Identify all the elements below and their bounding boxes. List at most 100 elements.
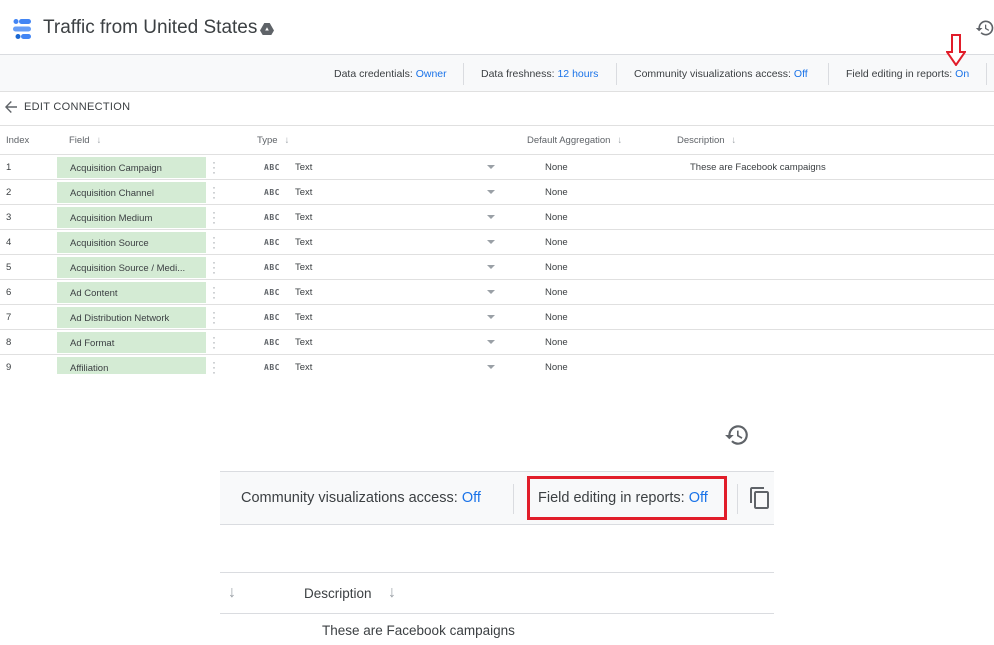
text-type-icon: ABC: [264, 188, 280, 197]
aggregation-select[interactable]: None: [545, 287, 568, 298]
more-vert-icon[interactable]: · · ·: [211, 256, 217, 278]
data-source-info-strip: Data credentials: Owner Data freshness: …: [0, 54, 994, 92]
type-select[interactable]: Text: [295, 337, 312, 348]
type-select[interactable]: Text: [295, 162, 312, 173]
more-vert-icon[interactable]: · · ·: [211, 306, 217, 328]
row-index: 6: [6, 287, 12, 298]
data-credentials-value[interactable]: Owner: [416, 68, 447, 80]
column-header-field[interactable]: Field ↓: [69, 135, 101, 146]
field-chip[interactable]: Ad Distribution Network: [57, 307, 206, 328]
field-editing-in-reports[interactable]: Field editing in reports: On: [846, 68, 969, 80]
aggregation-select[interactable]: None: [545, 262, 568, 273]
type-select[interactable]: Text: [295, 187, 312, 198]
arrow-down-icon[interactable]: ↓: [388, 584, 396, 602]
more-vert-icon[interactable]: · · ·: [211, 356, 217, 374]
column-header-description[interactable]: Description ↓: [677, 135, 736, 146]
dropdown-caret-icon[interactable]: [487, 365, 495, 369]
aggregation-select[interactable]: None: [545, 362, 568, 373]
zoomed-info-strip: Community visualizations access: Off Fie…: [220, 471, 774, 525]
aggregation-select[interactable]: None: [545, 162, 568, 173]
table-row: 7 Ad Distribution Network · · · ABC Text N…: [0, 305, 994, 330]
row-index: 2: [6, 187, 12, 198]
community-visualizations-label: Community visualizations access:: [634, 68, 791, 80]
aggregation-select[interactable]: None: [545, 212, 568, 223]
title-bar: Traffic from United States: [0, 0, 994, 54]
type-select[interactable]: Text: [295, 362, 312, 373]
more-vert-icon[interactable]: · · ·: [211, 181, 217, 203]
table-row: 4 Acquisition Source · · · ABC Text None: [0, 230, 994, 255]
text-type-icon: ABC: [264, 263, 280, 272]
field-editing-label: Field editing in reports:: [846, 68, 953, 80]
text-type-icon: ABC: [264, 213, 280, 222]
field-chip[interactable]: Ad Format: [57, 332, 206, 353]
arrow-down-icon[interactable]: ↓: [617, 135, 622, 146]
aggregation-select[interactable]: None: [545, 337, 568, 348]
type-select[interactable]: Text: [295, 262, 312, 273]
row-index: 4: [6, 237, 12, 248]
arrow-down-icon[interactable]: ↓: [97, 135, 102, 146]
dropdown-caret-icon[interactable]: [487, 215, 495, 219]
dropdown-caret-icon[interactable]: [487, 290, 495, 294]
column-header-description-label: Description: [677, 135, 725, 146]
community-visualizations-value[interactable]: Off: [794, 68, 808, 80]
divider: [463, 63, 464, 85]
page-title[interactable]: Traffic from United States: [43, 17, 257, 39]
field-chip[interactable]: Acquisition Medium: [57, 207, 206, 228]
zoomed-table-header: ↓ Description ↓: [220, 572, 774, 614]
description-cell[interactable]: These are Facebook campaigns: [690, 162, 826, 173]
divider: [616, 63, 617, 85]
aggregation-select[interactable]: None: [545, 312, 568, 323]
arrow-down-icon[interactable]: ↓: [732, 135, 737, 146]
edit-connection-label: EDIT CONNECTION: [24, 101, 131, 113]
field-chip[interactable]: Affiliation: [57, 357, 206, 374]
more-vert-icon[interactable]: · · ·: [211, 156, 217, 178]
column-header-description[interactable]: Description: [304, 586, 372, 601]
community-visualizations-label: Community visualizations access:: [241, 490, 458, 506]
column-header-aggregation[interactable]: Default Aggregation ↓: [527, 135, 622, 146]
field-editing-value[interactable]: On: [955, 68, 969, 80]
history-icon[interactable]: [975, 18, 994, 38]
community-visualizations-value[interactable]: Off: [462, 490, 481, 506]
field-chip[interactable]: Ad Content: [57, 282, 206, 303]
arrow-down-icon[interactable]: ↓: [285, 135, 290, 146]
column-header-type[interactable]: Type ↓: [257, 135, 289, 146]
field-chip[interactable]: Acquisition Campaign: [57, 157, 206, 178]
column-header-field-label: Field: [69, 135, 90, 146]
copy-icon[interactable]: [748, 486, 772, 510]
description-cell[interactable]: These are Facebook campaigns: [322, 623, 515, 638]
field-chip[interactable]: Acquisition Source / Medi...: [57, 257, 206, 278]
dropdown-caret-icon[interactable]: [487, 265, 495, 269]
text-type-icon: ABC: [264, 238, 280, 247]
data-studio-logo-icon[interactable]: [10, 18, 32, 40]
history-icon[interactable]: [724, 422, 750, 448]
community-visualizations-access[interactable]: Community visualizations access: Off: [634, 68, 808, 80]
data-freshness-value[interactable]: 12 hours: [557, 68, 598, 80]
community-visualizations-access-zoom[interactable]: Community visualizations access: Off: [241, 490, 481, 506]
type-select[interactable]: Text: [295, 287, 312, 298]
dropdown-caret-icon[interactable]: [487, 165, 495, 169]
dropdown-caret-icon[interactable]: [487, 340, 495, 344]
arrow-down-icon[interactable]: ↓: [228, 584, 236, 602]
type-select[interactable]: Text: [295, 312, 312, 323]
aggregation-select[interactable]: None: [545, 237, 568, 248]
type-select[interactable]: Text: [295, 237, 312, 248]
more-vert-icon[interactable]: · · ·: [211, 281, 217, 303]
field-chip[interactable]: Acquisition Channel: [57, 182, 206, 203]
row-index: 3: [6, 212, 12, 223]
type-select[interactable]: Text: [295, 212, 312, 223]
more-vert-icon[interactable]: · · ·: [211, 331, 217, 353]
data-credentials[interactable]: Data credentials: Owner: [334, 68, 447, 80]
text-type-icon: ABC: [264, 288, 280, 297]
data-freshness[interactable]: Data freshness: 12 hours: [481, 68, 598, 80]
more-vert-icon[interactable]: · · ·: [211, 206, 217, 228]
field-chip[interactable]: Acquisition Source: [57, 232, 206, 253]
dropdown-caret-icon[interactable]: [487, 240, 495, 244]
row-index: 1: [6, 162, 12, 173]
dropdown-caret-icon[interactable]: [487, 315, 495, 319]
table-row: 2 Acquisition Channel · · · ABC Text None: [0, 180, 994, 205]
aggregation-select[interactable]: None: [545, 187, 568, 198]
edit-connection-button[interactable]: EDIT CONNECTION: [4, 100, 130, 118]
table-row: 5 Acquisition Source / Medi... · · · ABC T…: [0, 255, 994, 280]
more-vert-icon[interactable]: · · ·: [211, 231, 217, 253]
dropdown-caret-icon[interactable]: [487, 190, 495, 194]
